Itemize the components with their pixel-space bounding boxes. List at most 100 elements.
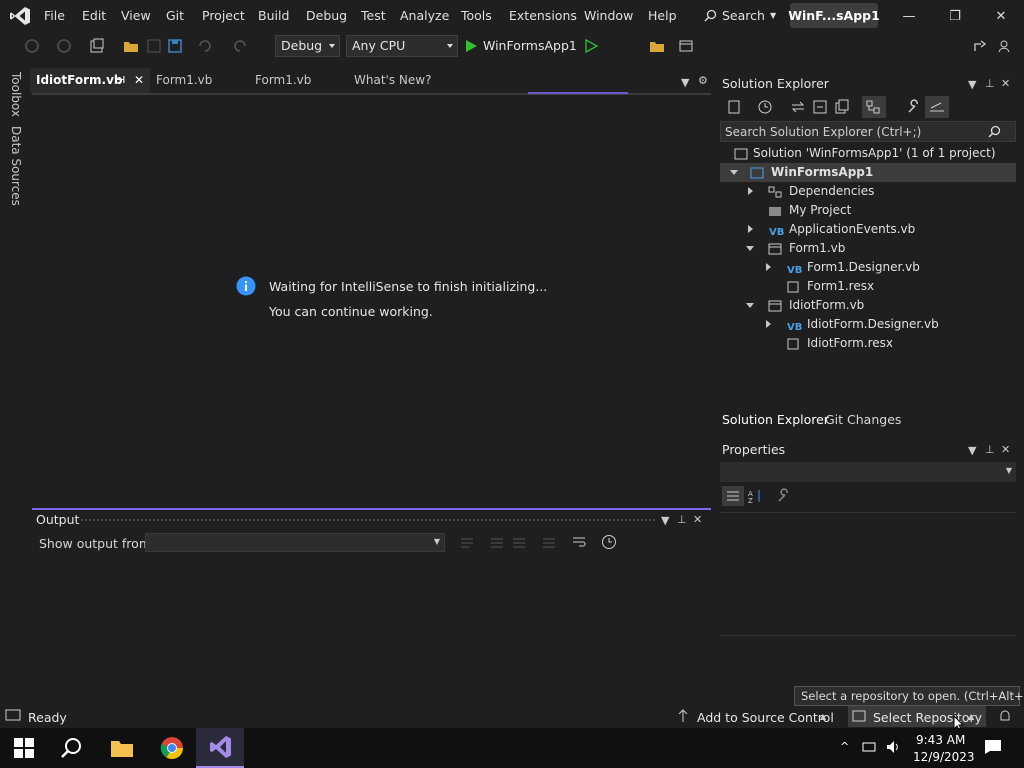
tab-form1-vb-2[interactable]: Form1.vb	[249, 68, 349, 93]
search-button[interactable]: Search ▼	[704, 8, 776, 23]
folder-view-icon[interactable]	[649, 38, 665, 54]
taskbar-search-icon[interactable]	[61, 737, 83, 759]
open-folder-icon[interactable]	[123, 38, 139, 54]
pin-icon[interactable]: ⊥	[985, 77, 995, 90]
alphabetical-sort-icon[interactable]: AZ	[747, 488, 763, 504]
gear-icon[interactable]: ⚙	[698, 74, 708, 87]
preview-selected-icon[interactable]	[925, 96, 949, 118]
expand-right-icon[interactable]	[748, 187, 753, 195]
close-icon[interactable]: ✕	[693, 513, 702, 526]
menu-edit[interactable]: Edit	[82, 8, 106, 23]
tree-application-events[interactable]: VB ApplicationEvents.vb	[720, 220, 1016, 239]
pending-changes-icon[interactable]	[757, 99, 773, 115]
menu-analyze[interactable]: Analyze	[400, 8, 449, 23]
clock-time[interactable]: 9:43 AM	[916, 733, 965, 747]
toolbox-tab[interactable]: Toolbox	[9, 72, 23, 117]
tree-idiotform-designer[interactable]: VB IdiotForm.Designer.vb	[720, 315, 1016, 334]
expand-right-icon[interactable]	[766, 320, 771, 328]
menu-debug[interactable]: Debug	[306, 8, 347, 23]
menu-project[interactable]: Project	[202, 8, 245, 23]
tab-whats-new[interactable]: What's New?	[348, 68, 463, 93]
menu-git[interactable]: Git	[166, 8, 184, 23]
undo-icon[interactable]	[197, 38, 213, 54]
action-center-icon[interactable]	[984, 739, 1002, 755]
menu-build[interactable]: Build	[258, 8, 289, 23]
code-editor[interactable]	[32, 93, 711, 499]
start-without-debugging-icon[interactable]	[583, 38, 599, 54]
tab-solution-explorer[interactable]: Solution Explorer	[722, 412, 829, 427]
start-debug-play-icon[interactable]	[463, 38, 479, 54]
clock-date[interactable]: 12/9/2023	[913, 750, 975, 764]
redo-icon[interactable]	[232, 38, 248, 54]
tab-form1-vb[interactable]: Form1.vb	[150, 68, 250, 93]
navigate-back-icon[interactable]	[24, 38, 40, 54]
add-to-source-control-button[interactable]: Add to Source Control	[697, 710, 834, 725]
network-icon[interactable]	[862, 740, 878, 754]
word-wrap-toggle-icon[interactable]	[541, 536, 557, 550]
panel-menu-icon[interactable]: ▼	[968, 444, 976, 457]
clear-all-icon[interactable]	[489, 536, 505, 550]
menu-file[interactable]: File	[44, 8, 65, 23]
close-icon[interactable]: ✕	[1001, 77, 1010, 90]
volume-icon[interactable]	[886, 740, 902, 754]
show-all-files-icon[interactable]	[834, 99, 850, 115]
collapse-all-icon[interactable]	[812, 99, 828, 115]
expand-down-icon[interactable]	[730, 170, 738, 175]
tree-idiotform-resx[interactable]: IdiotForm.resx	[720, 334, 1016, 353]
menu-view[interactable]: View	[121, 8, 151, 23]
menu-window[interactable]: Window	[584, 8, 633, 23]
pin-icon[interactable]: ⊥	[985, 443, 995, 456]
output-drag-handle[interactable]	[80, 518, 655, 522]
toggle-wrap-icon[interactable]	[571, 535, 587, 549]
tree-dependencies[interactable]: Dependencies	[720, 182, 1016, 201]
chrome-icon[interactable]	[160, 736, 184, 760]
visual-studio-logo-icon[interactable]	[9, 6, 31, 26]
expand-right-icon[interactable]	[748, 225, 753, 233]
tab-overflow-icon[interactable]: ▼	[681, 76, 689, 89]
pin-icon[interactable]: ⊥	[677, 513, 687, 526]
expand-down-icon[interactable]	[746, 303, 754, 308]
tree-project[interactable]: WinFormsApp1	[720, 163, 1016, 182]
switch-views-icon[interactable]	[726, 99, 742, 115]
run-target-label[interactable]: WinFormsApp1	[483, 38, 577, 53]
next-message-icon[interactable]	[511, 536, 527, 550]
pin-icon[interactable]: ⊣	[116, 68, 125, 93]
search-icon[interactable]	[988, 125, 1001, 138]
feedback-icon[interactable]	[998, 38, 1014, 54]
clock-icon[interactable]	[601, 534, 617, 550]
tab-idiotform-vb[interactable]: IdiotForm.vb ⊣ ✕	[30, 68, 150, 93]
find-message-icon[interactable]	[459, 536, 475, 550]
panel-menu-icon[interactable]: ▼	[968, 78, 976, 91]
restore-icon[interactable]: ❐	[932, 0, 978, 32]
configuration-dropdown[interactable]: Debug	[275, 35, 340, 57]
menu-tools[interactable]: Tools	[461, 8, 492, 23]
categorized-icon[interactable]	[722, 486, 744, 506]
show-hidden-icons-icon[interactable]: ^	[840, 740, 849, 753]
property-pages-wrench-icon[interactable]	[776, 488, 792, 504]
close-window-icon[interactable]: ✕	[978, 0, 1024, 32]
close-tab-icon[interactable]: ✕	[134, 68, 144, 93]
properties-grid[interactable]	[720, 512, 1016, 636]
solution-name-button[interactable]: WinF...sApp1	[788, 3, 880, 28]
tree-solution[interactable]: Solution 'WinFormsApp1' (1 of 1 project)	[720, 144, 1016, 163]
output-source-dropdown[interactable]: ▼	[145, 533, 445, 552]
save-icon[interactable]	[146, 38, 162, 54]
notification-bell-icon[interactable]	[998, 709, 1012, 723]
tree-form1-resx[interactable]: Form1.resx	[720, 277, 1016, 296]
windows-start-icon[interactable]	[14, 738, 34, 758]
output-menu-icon[interactable]: ▼	[661, 514, 669, 527]
expand-down-icon[interactable]	[746, 246, 754, 251]
platform-dropdown[interactable]: Any CPU	[346, 35, 458, 57]
tree-idiotform[interactable]: IdiotForm.vb	[720, 296, 1016, 315]
tree-form1[interactable]: Form1.vb	[720, 239, 1016, 258]
menu-extensions[interactable]: Extensions	[509, 8, 577, 23]
wrench-icon[interactable]	[906, 99, 922, 115]
navigate-forward-icon[interactable]	[56, 38, 72, 54]
minimize-icon[interactable]: —	[886, 0, 932, 32]
menu-test[interactable]: Test	[361, 8, 386, 23]
tree-form1-designer[interactable]: VB Form1.Designer.vb	[720, 258, 1016, 277]
sync-icon[interactable]	[790, 99, 806, 115]
live-share-icon[interactable]	[972, 38, 988, 54]
output-status-icon[interactable]	[5, 709, 21, 723]
tab-git-changes[interactable]: Git Changes	[825, 412, 901, 427]
